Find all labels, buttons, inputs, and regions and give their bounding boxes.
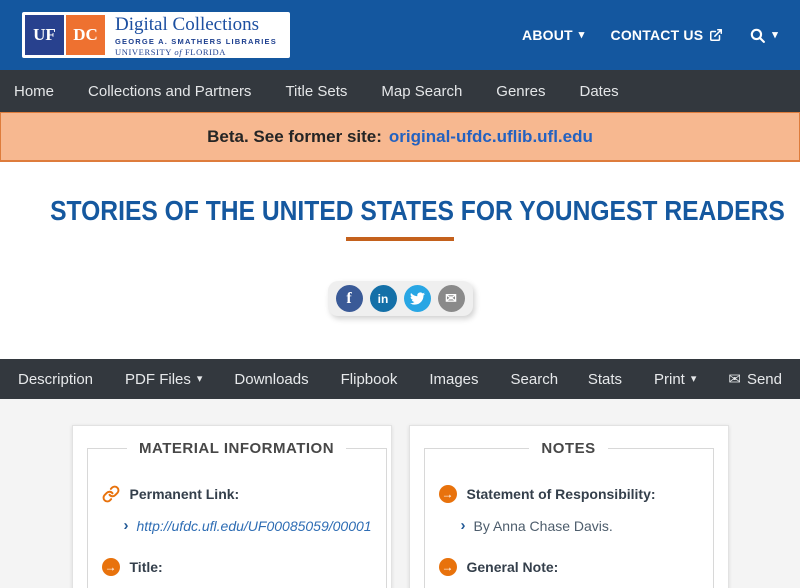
- caret-down-icon: ▾: [579, 30, 585, 41]
- link-icon: [102, 485, 120, 503]
- notes-fieldset: NOTES → Statement of Responsibility: › B…: [424, 440, 714, 588]
- caret-down-icon: ▾: [772, 30, 778, 41]
- former-site-link[interactable]: original-ufdc.uflib.ufl.edu: [389, 127, 593, 147]
- search-icon: [749, 27, 766, 44]
- permanent-link-label: Permanent Link:: [130, 486, 240, 502]
- twitter-share-button[interactable]: [404, 285, 431, 312]
- tab-print[interactable]: Print ▾: [654, 371, 696, 388]
- logo-subtitle-university: UNIVERSITY of FLORIDA: [115, 47, 277, 57]
- external-link-icon: [709, 28, 723, 42]
- statement-of-responsibility-row: → Statement of Responsibility:: [439, 485, 699, 503]
- tab-flipbook[interactable]: Flipbook: [341, 371, 398, 388]
- permanent-link-value-row: › http://ufdc.ufl.edu/UF00085059/00001: [102, 516, 372, 536]
- logo-university: UNIVERSITY: [115, 47, 172, 57]
- nav-item-map-search[interactable]: Map Search: [381, 83, 462, 100]
- contact-us-link[interactable]: CONTACT US: [611, 27, 724, 43]
- email-share-button[interactable]: ✉: [438, 285, 465, 312]
- item-nav: Description PDF Files ▾ Downloads Flipbo…: [0, 359, 800, 399]
- statement-of-responsibility-value-row: › By Anna Chase Davis.: [439, 516, 699, 536]
- item-nav-left: Description PDF Files ▾ Downloads Flipbo…: [18, 371, 558, 388]
- permanent-link-row: Permanent Link:: [102, 485, 372, 503]
- material-information-title: MATERIAL INFORMATION: [127, 440, 346, 457]
- title-divider: [346, 237, 454, 241]
- page-title: STORIES OF THE UNITED STATES FOR YOUNGES…: [50, 195, 785, 227]
- nav-item-collections-and-partners[interactable]: Collections and Partners: [88, 83, 251, 100]
- tab-downloads[interactable]: Downloads: [234, 371, 308, 388]
- logo-subtitle-libraries: GEORGE A. SMATHERS LIBRARIES: [115, 37, 277, 46]
- main-nav: Home Collections and Partners Title Sets…: [0, 70, 800, 112]
- social-share-pill: f in ✉: [328, 281, 473, 316]
- statement-of-responsibility-value: By Anna Chase Davis.: [474, 516, 613, 536]
- logo-florida: FLORIDA: [185, 47, 226, 57]
- logo-text: Digital Collections GEORGE A. SMATHERS L…: [105, 15, 287, 55]
- tab-description[interactable]: Description: [18, 371, 93, 388]
- tab-send[interactable]: ✉ Send: [728, 370, 782, 388]
- send-label: Send: [747, 371, 782, 388]
- chevron-right-icon: ›: [461, 516, 466, 536]
- arrow-circle-icon: →: [102, 558, 120, 576]
- arrow-circle-icon: →: [439, 558, 457, 576]
- notes-card: NOTES → Statement of Responsibility: › B…: [409, 425, 729, 588]
- logo-title: Digital Collections: [115, 15, 277, 35]
- envelope-icon: ✉: [728, 370, 741, 388]
- cards-container: MATERIAL INFORMATION Permanent Link: › h…: [72, 425, 729, 588]
- about-menu[interactable]: ABOUT ▾: [522, 27, 585, 43]
- ufdc-logo[interactable]: UF DC Digital Collections GEORGE A. SMAT…: [22, 12, 290, 58]
- search-menu[interactable]: ▾: [749, 27, 778, 44]
- arrow-glyph: →: [105, 560, 117, 574]
- site-header: UF DC Digital Collections GEORGE A. SMAT…: [0, 0, 800, 70]
- beta-banner: Beta. See former site: original-ufdc.ufl…: [0, 112, 800, 162]
- general-note-label: General Note:: [467, 559, 559, 575]
- chevron-right-icon: ›: [124, 516, 129, 536]
- logo-of: of: [174, 47, 182, 57]
- caret-down-icon: ▾: [691, 374, 697, 385]
- pdf-files-label: PDF Files: [125, 371, 191, 388]
- material-information-fieldset: MATERIAL INFORMATION Permanent Link: › h…: [87, 440, 387, 588]
- social-share-bar: f in ✉: [0, 281, 800, 316]
- uf-logo-square: UF: [25, 15, 64, 55]
- permanent-link-url[interactable]: http://ufdc.ufl.edu/UF00085059/00001: [137, 516, 372, 536]
- print-label: Print: [654, 371, 685, 388]
- general-note-row: → General Note:: [439, 558, 699, 576]
- nav-item-genres[interactable]: Genres: [496, 83, 545, 100]
- item-nav-right: Stats Print ▾ ✉ Send: [588, 370, 782, 388]
- notes-title: NOTES: [529, 440, 607, 457]
- contact-us-label: CONTACT US: [611, 27, 704, 43]
- arrow-circle-icon: →: [439, 485, 457, 503]
- tab-images[interactable]: Images: [429, 371, 478, 388]
- title-section: STORIES OF THE UNITED STATES FOR YOUNGES…: [0, 162, 800, 241]
- nav-item-title-sets[interactable]: Title Sets: [285, 83, 347, 100]
- tab-stats[interactable]: Stats: [588, 371, 622, 388]
- tab-search[interactable]: Search: [511, 371, 559, 388]
- beta-banner-text: Beta. See former site:: [207, 127, 382, 147]
- facebook-share-button[interactable]: f: [336, 285, 363, 312]
- content-area: MATERIAL INFORMATION Permanent Link: › h…: [0, 399, 800, 588]
- title-label: Title:: [130, 559, 163, 575]
- caret-down-icon: ▾: [197, 374, 203, 385]
- facebook-icon: f: [346, 290, 351, 308]
- title-label-row: → Title:: [102, 558, 372, 576]
- twitter-icon: [410, 291, 425, 306]
- linkedin-icon: in: [378, 292, 389, 306]
- linkedin-share-button[interactable]: in: [370, 285, 397, 312]
- material-information-card: MATERIAL INFORMATION Permanent Link: › h…: [72, 425, 392, 588]
- arrow-glyph: →: [442, 560, 454, 574]
- statement-of-responsibility-label: Statement of Responsibility:: [467, 486, 656, 502]
- arrow-glyph: →: [442, 487, 454, 501]
- nav-item-dates[interactable]: Dates: [579, 83, 618, 100]
- about-label: ABOUT: [522, 27, 573, 43]
- header-links: ABOUT ▾ CONTACT US ▾: [522, 27, 778, 44]
- dc-logo-square: DC: [66, 15, 105, 55]
- nav-item-home[interactable]: Home: [14, 83, 54, 100]
- tab-pdf-files[interactable]: PDF Files ▾: [125, 371, 202, 388]
- envelope-icon: ✉: [445, 290, 457, 307]
